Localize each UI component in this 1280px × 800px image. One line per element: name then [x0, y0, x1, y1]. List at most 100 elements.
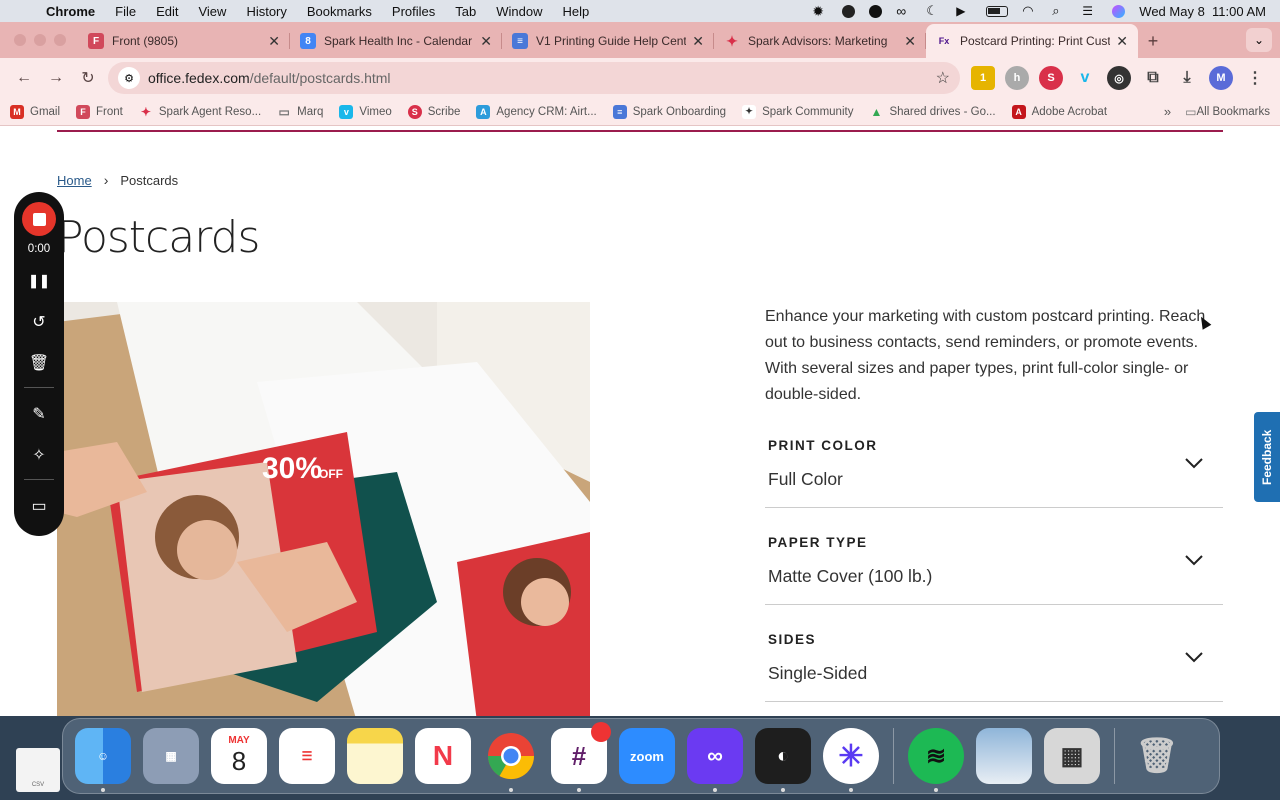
folder-icon: ▭: [1185, 104, 1197, 119]
chrome-icon[interactable]: [483, 728, 539, 792]
product-description: Enhance your marketing with custom postc…: [765, 308, 1206, 403]
grammarly-icon[interactable]: [869, 4, 883, 18]
menu-app-name[interactable]: Chrome: [46, 4, 95, 19]
forward-button[interactable]: →: [40, 62, 72, 94]
stop-recording-button[interactable]: [22, 202, 56, 236]
menu-view[interactable]: View: [198, 4, 226, 19]
launchpad-icon[interactable]: ▦: [143, 728, 199, 784]
menu-bookmarks[interactable]: Bookmarks: [307, 4, 372, 19]
recording-status-icon[interactable]: [842, 4, 856, 18]
menu-window[interactable]: Window: [496, 4, 542, 19]
feedback-tab[interactable]: Feedback: [1254, 412, 1280, 502]
trash-icon[interactable]: 🗑: [1129, 728, 1185, 784]
tab-spark-marketing[interactable]: ✦ Spark Advisors: Marketing ✕: [714, 24, 926, 58]
slack-icon[interactable]: #: [551, 722, 611, 792]
loom-icon[interactable]: ∞: [687, 728, 743, 792]
tab-front[interactable]: F Front (9805) ✕: [78, 24, 290, 58]
draw-button[interactable]: ✎: [24, 399, 54, 429]
breadcrumb-home-link[interactable]: Home: [57, 173, 92, 188]
camera-button[interactable]: ▭: [24, 491, 54, 521]
extension-loom-icon[interactable]: ◎: [1107, 66, 1131, 90]
zoom-icon[interactable]: zoom: [619, 728, 675, 784]
tab-search-button[interactable]: ⌄: [1246, 28, 1272, 52]
gear-status-icon[interactable]: ✹: [812, 4, 828, 18]
tab-calendar[interactable]: 8 Spark Health Inc - Calendar - ✕: [290, 24, 502, 58]
menu-help[interactable]: Help: [563, 4, 590, 19]
bookmark-marq[interactable]: ▭ Marq: [277, 105, 324, 119]
bookmark-spark-community[interactable]: ✦ Spark Community: [742, 104, 853, 119]
perplexity-icon[interactable]: ✳: [823, 728, 879, 792]
bookmark-spark-onboarding[interactable]: ≡ Spark Onboarding: [612, 104, 726, 119]
tab-printing-guide[interactable]: ≡ V1 Printing Guide Help Center ✕: [502, 24, 714, 58]
site-info-icon[interactable]: ⚙: [118, 67, 140, 89]
close-tab-icon[interactable]: ✕: [904, 33, 916, 50]
all-bookmarks-button[interactable]: ▭ All Bookmarks: [1185, 105, 1270, 119]
siri-icon[interactable]: [1112, 4, 1126, 18]
moon-icon[interactable]: ☾: [926, 4, 942, 18]
new-tab-button[interactable]: +: [1138, 24, 1168, 58]
reminders-icon[interactable]: ☰: [279, 728, 335, 784]
calendar-day: 8: [231, 746, 247, 776]
extension-notes-icon[interactable]: 1: [971, 66, 995, 90]
extension-grey-icon[interactable]: h: [1005, 66, 1029, 90]
zoom-window-button[interactable]: [54, 34, 66, 46]
menu-profiles[interactable]: Profiles: [392, 4, 435, 19]
bookmark-shared-drives[interactable]: ▲ Shared drives - Go...: [869, 105, 996, 119]
extension-scribe-icon[interactable]: S: [1039, 66, 1063, 90]
desktop-file-icon[interactable]: CSV: [16, 748, 60, 792]
infinity-icon[interactable]: ∞: [896, 4, 912, 18]
calculator-icon[interactable]: ▦: [1044, 728, 1100, 784]
close-tab-icon[interactable]: ✕: [480, 33, 492, 50]
calendar-icon[interactable]: MAY 8: [211, 728, 267, 784]
option-print-color[interactable]: PRINT COLOR Full Color: [765, 426, 1223, 508]
news-icon[interactable]: N: [415, 728, 471, 784]
option-paper-type[interactable]: PAPER TYPE Matte Cover (100 lb.): [765, 523, 1223, 605]
restart-button[interactable]: ↺: [24, 307, 54, 337]
bookmark-star-icon[interactable]: ☆: [936, 68, 950, 88]
close-window-button[interactable]: [14, 34, 26, 46]
bookmark-gmail[interactable]: M Gmail: [10, 104, 60, 119]
menu-edit[interactable]: Edit: [156, 4, 178, 19]
tab-title: Spark Advisors: Marketing: [748, 34, 888, 48]
menu-tab[interactable]: Tab: [455, 4, 476, 19]
preview-icon[interactable]: [976, 728, 1032, 784]
bookmark-scribe[interactable]: S Scribe: [407, 104, 460, 119]
address-bar[interactable]: ⚙ office.fedex.com/default/postcards.htm…: [108, 62, 960, 94]
extension-vimeo-icon[interactable]: v: [1073, 66, 1097, 90]
profile-avatar[interactable]: M: [1209, 66, 1233, 90]
wifi-icon[interactable]: ◠: [1022, 4, 1038, 18]
search-icon[interactable]: ⌕: [1052, 4, 1068, 18]
finder-icon[interactable]: ☺: [75, 728, 131, 792]
play-icon[interactable]: ▶: [956, 4, 972, 18]
more-menu-icon[interactable]: ⋮: [1243, 66, 1267, 90]
bookmark-agency-crm[interactable]: A Agency CRM: Airt...: [476, 104, 597, 119]
option-sides[interactable]: SIDES Single-Sided: [765, 620, 1223, 702]
notes-icon[interactable]: [347, 728, 403, 784]
figma-icon[interactable]: ◐: [755, 728, 811, 792]
menubar-datetime[interactable]: Wed May 8 11:00 AM: [1139, 4, 1266, 19]
pause-button[interactable]: ❚❚: [24, 266, 54, 296]
more-bookmarks-icon[interactable]: »: [1164, 104, 1171, 119]
delete-button[interactable]: 🗑: [24, 348, 54, 378]
close-tab-icon[interactable]: ✕: [268, 33, 280, 50]
battery-icon[interactable]: [986, 5, 1009, 17]
option-value: Full Color: [768, 469, 843, 489]
reload-button[interactable]: ↻: [72, 62, 104, 94]
url-text[interactable]: office.fedex.com/default/postcards.html: [148, 70, 936, 86]
extensions-puzzle-icon[interactable]: ⧉: [1141, 66, 1165, 90]
spotify-icon[interactable]: ≋: [908, 728, 964, 792]
effects-button[interactable]: ✧: [24, 440, 54, 470]
bookmark-adobe-acrobat[interactable]: A Adobe Acrobat: [1011, 104, 1107, 119]
bookmark-vimeo[interactable]: v Vimeo: [339, 104, 392, 119]
control-center-icon[interactable]: ☰: [1082, 4, 1098, 18]
minimize-window-button[interactable]: [34, 34, 46, 46]
menu-file[interactable]: File: [115, 4, 136, 19]
close-tab-icon[interactable]: ✕: [692, 33, 704, 50]
close-tab-icon[interactable]: ✕: [1116, 33, 1128, 50]
bookmark-spark-agent[interactable]: ✦ Spark Agent Reso...: [139, 105, 261, 119]
back-button[interactable]: ←: [8, 62, 40, 94]
bookmark-front[interactable]: F Front: [76, 104, 123, 119]
tab-postcard-printing[interactable]: Fx Postcard Printing: Print Custo ✕: [926, 24, 1138, 58]
menu-history[interactable]: History: [246, 4, 286, 19]
downloads-icon[interactable]: ⤓: [1175, 66, 1199, 90]
